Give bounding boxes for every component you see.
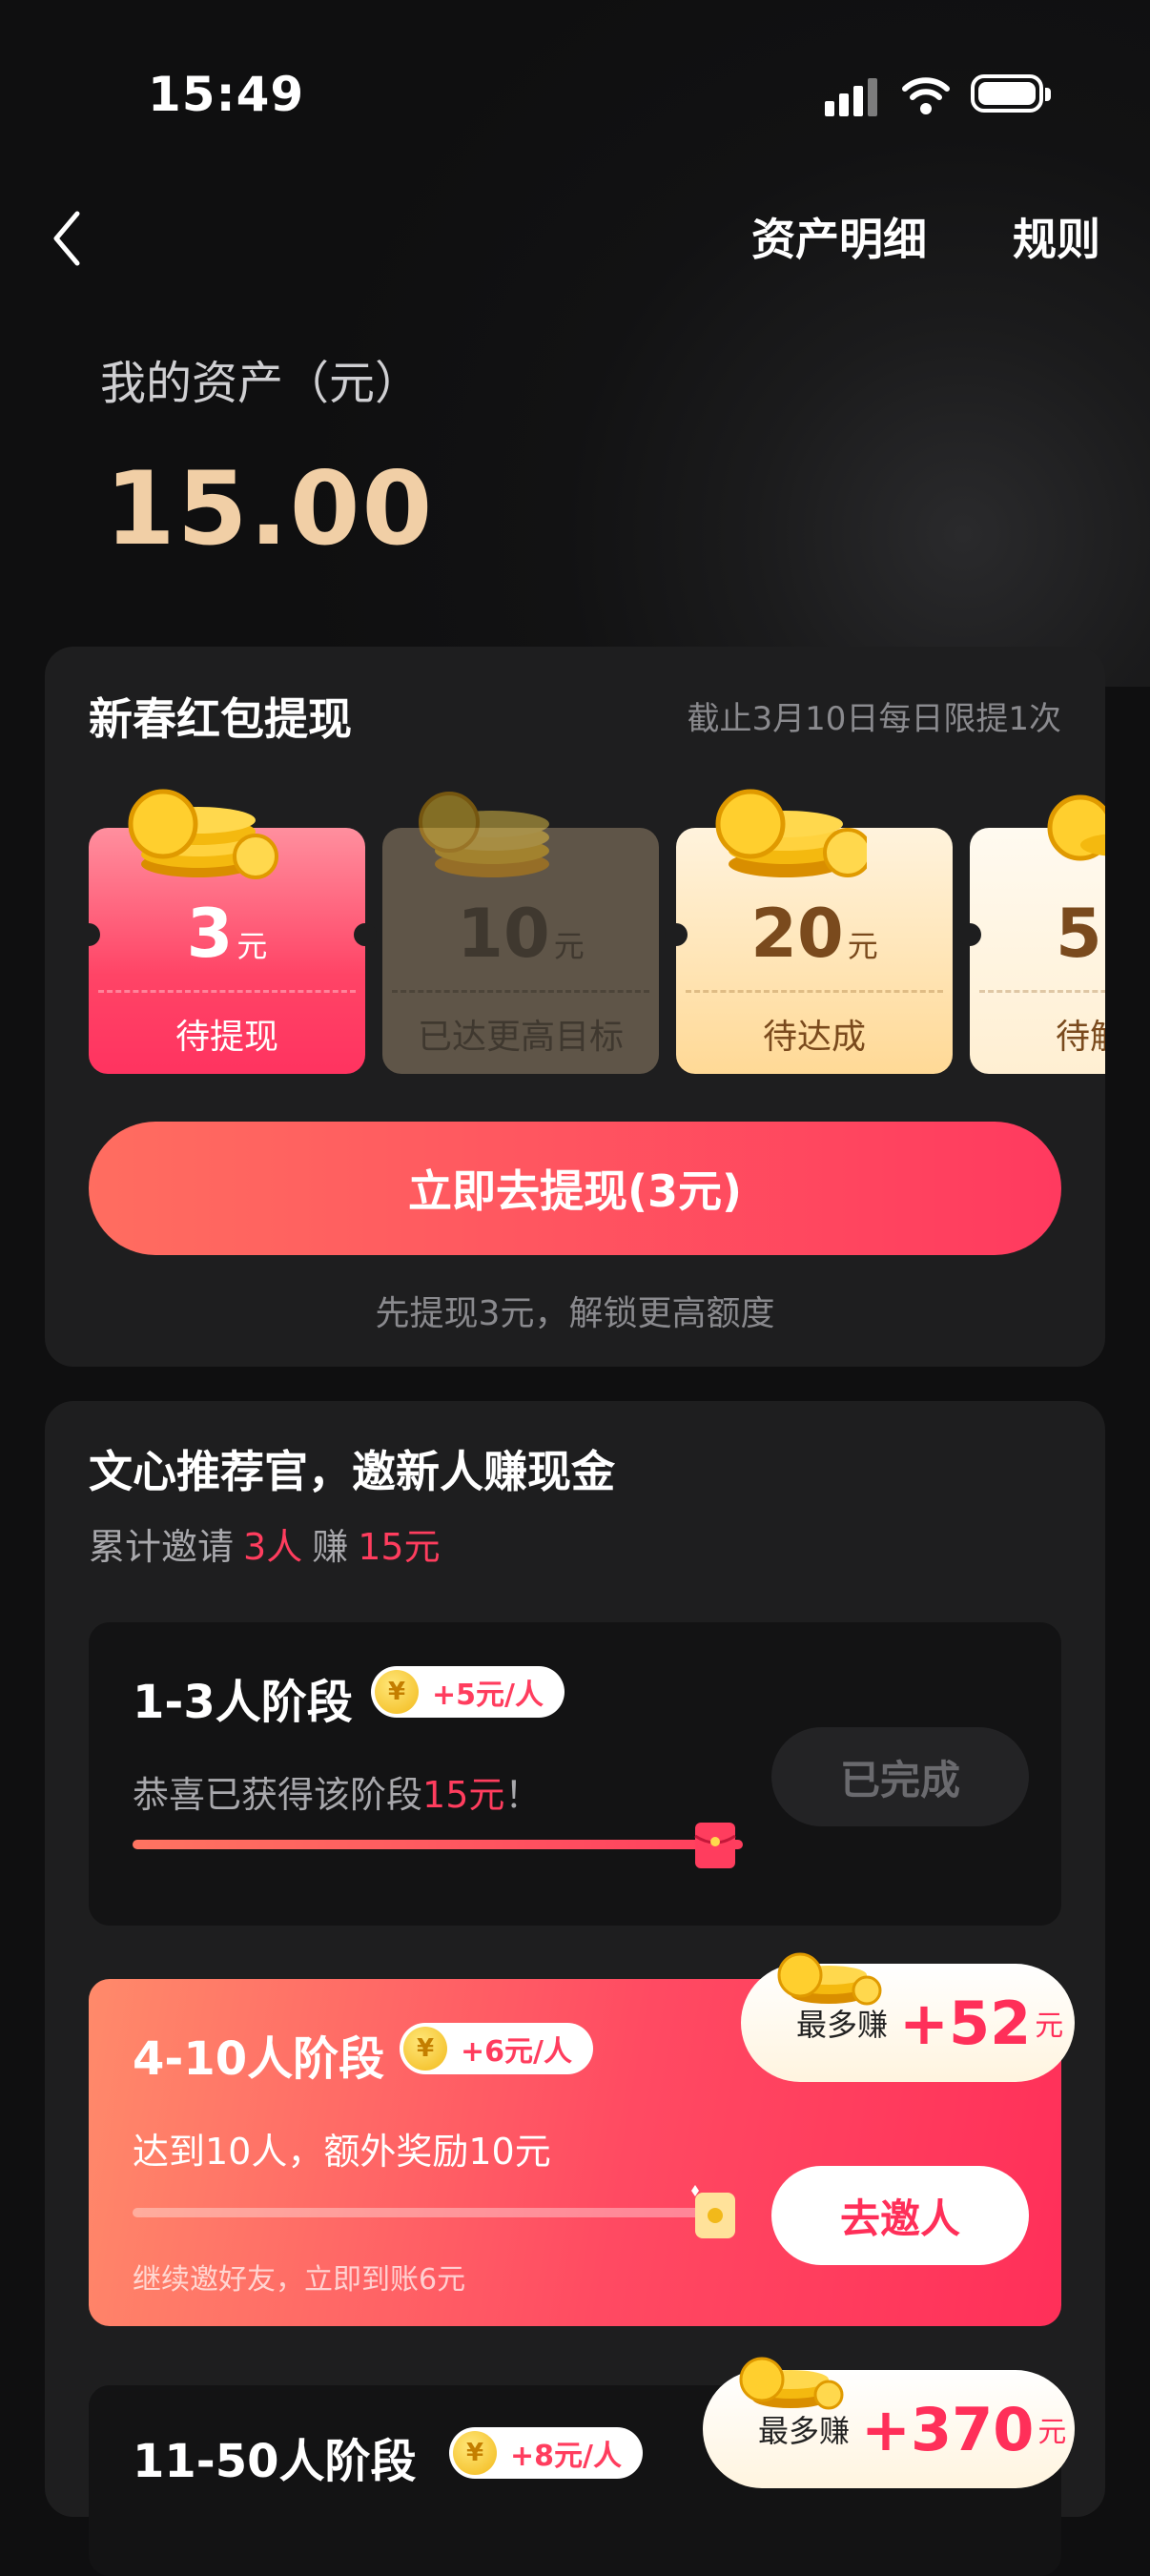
withdraw-title: 新春红包提现 — [89, 693, 352, 745]
stage-progress-bar — [133, 2208, 705, 2217]
gift-icon — [691, 2185, 735, 2238]
invite-card: 文心推荐官，邀新人赚现金 累计邀请 3人赚 15元 1-3人阶段 ¥ +5元/人 恭… — [45, 1401, 1105, 2576]
tile-status: 待达成 — [762, 1018, 866, 1057]
ticket-notch — [958, 923, 981, 946]
invite-amount: 15元 — [358, 1526, 441, 1568]
asset-detail-link[interactable]: 资产明细 — [751, 205, 927, 268]
coin-icon — [1047, 794, 1105, 861]
stage-title: 1-3人阶段 — [133, 1676, 353, 1729]
coin-icon — [128, 789, 278, 879]
tile-divider — [392, 990, 649, 993]
tile-amount: 10 元 — [457, 895, 585, 973]
rules-link[interactable]: 规则 — [1013, 205, 1100, 268]
invite-stat: 累计邀请 3人赚 15元 — [89, 1526, 441, 1568]
invite-button[interactable]: 去邀人 — [771, 2166, 1029, 2265]
stage-title: 4-10人阶段 — [133, 2032, 385, 2086]
stage-title: 11-50人阶段 — [133, 2435, 417, 2488]
coin-icon — [739, 2357, 844, 2410]
tile-divider — [98, 990, 356, 993]
back-chevron-icon — [53, 211, 80, 266]
withdraw-card: 新春红包提现 截止3月10日每日限提1次 3元 待提现 10 元 已达更高目标 2… — [45, 647, 1105, 1367]
battery-icon — [971, 74, 1051, 113]
tile-amount: 20 元 — [750, 895, 878, 973]
tile-status: 已达更高目标 — [417, 1018, 624, 1057]
stage-progress-bar — [133, 1840, 743, 1849]
withdraw-tiles: 3元 待提现 10元 已达更高目标 20元 待达成 50元 待解锁 — [89, 771, 1105, 1085]
red-packet-icon — [694, 1823, 736, 1868]
yen-icon: ¥ — [453, 2431, 497, 2475]
rate-badge: ¥ +8元/人 — [449, 2427, 643, 2479]
completed-button[interactable]: 已完成 — [771, 1727, 1029, 1826]
tile-divider — [686, 990, 943, 993]
tile-status: 待解锁 — [1056, 1018, 1105, 1057]
tile-amount: 50元 — [1056, 895, 1105, 973]
withdraw-button[interactable]: 立即去提现(3元) — [89, 1122, 1061, 1255]
signal-icon — [825, 78, 880, 116]
tile-divider — [979, 990, 1105, 993]
tile-status: 待提现 — [175, 1018, 278, 1057]
back-button[interactable] — [38, 200, 95, 277]
ticket-notch — [354, 923, 377, 946]
invite-title: 文心推荐官，邀新人赚现金 — [89, 1446, 615, 1497]
asset-value: 15.00 — [105, 450, 435, 567]
coin-icon — [715, 789, 867, 877]
yen-icon: ¥ — [403, 2027, 447, 2071]
stage-sub: 继续邀好友，立即到账6元 — [133, 2263, 466, 2297]
withdraw-note: 截止3月10日每日限提1次 — [687, 700, 1061, 738]
wifi-icon — [902, 77, 950, 114]
withdraw-hint: 先提现3元，解锁更高额度 — [375, 1294, 775, 1333]
status-time: 15:49 — [148, 67, 305, 122]
invite-people-count: 3人 — [243, 1526, 303, 1568]
yen-icon: ¥ — [375, 1670, 419, 1714]
stage-message: 达到10人，额外奖励10元 — [133, 2131, 551, 2173]
rate-badge: ¥ +5元/人 — [371, 1666, 565, 1718]
ticket-notch — [665, 923, 688, 946]
stage-card: 1-3人阶段 ¥ +5元/人 恭喜已获得该阶段15元！ 已完成 — [89, 1622, 1061, 1926]
stage-message: 恭喜已获得该阶段15元！ — [133, 1774, 542, 1816]
rate-badge: ¥ +6元/人 — [400, 2023, 593, 2074]
status-bar: 15:49 — [0, 0, 1150, 191]
tile-amount: 3元 — [186, 895, 268, 973]
coin-icon — [419, 792, 549, 877]
asset-label: 我的资产（元） — [100, 357, 421, 410]
coin-icon — [777, 1952, 882, 2006]
